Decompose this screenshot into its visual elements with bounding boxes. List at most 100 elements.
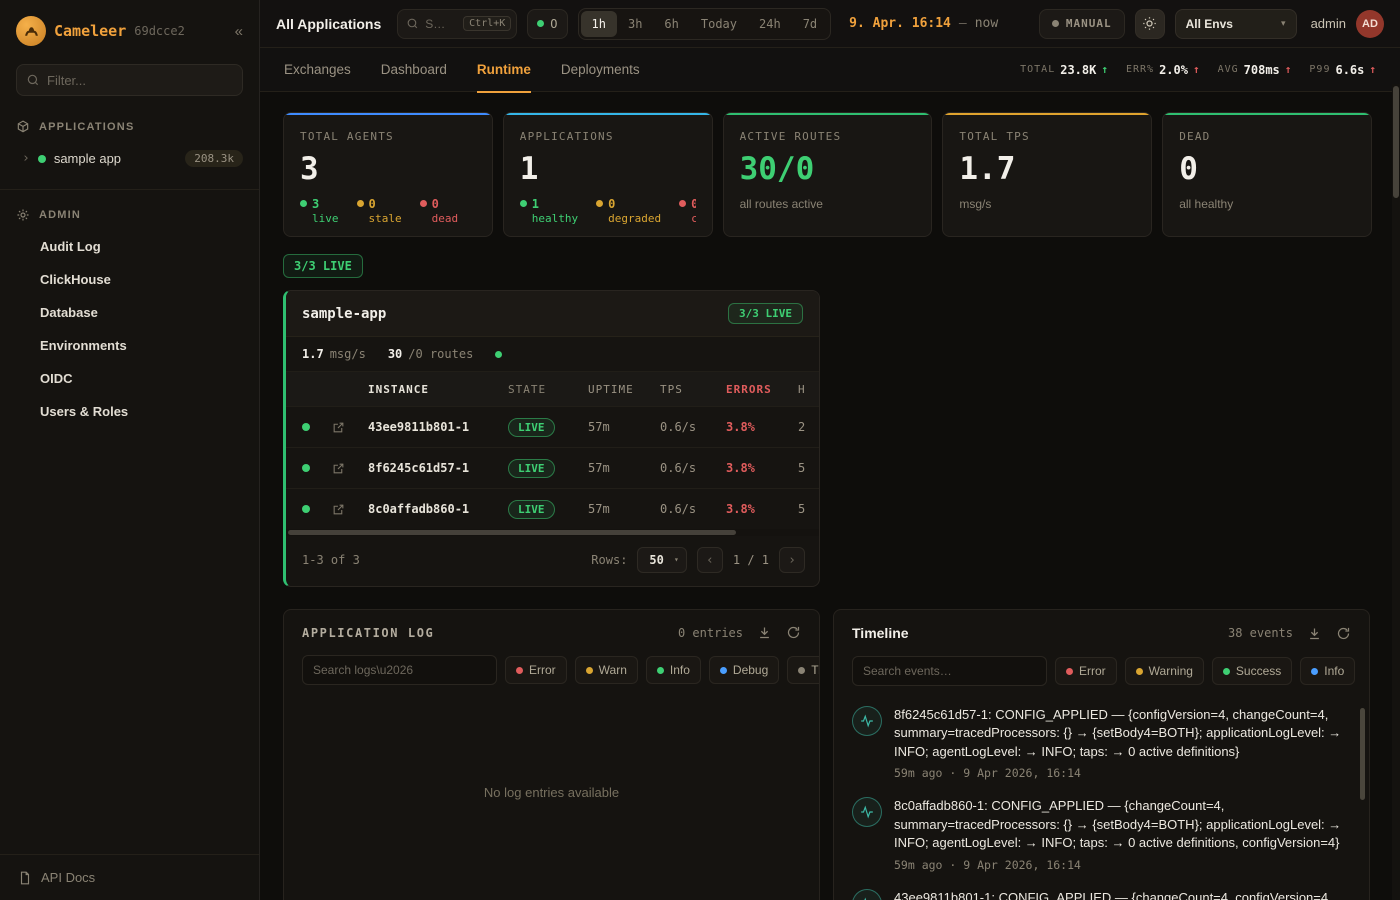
tab-dashboard[interactable]: Dashboard xyxy=(381,48,447,92)
username-label: admin xyxy=(1311,16,1346,31)
timeline-filter-error[interactable]: Error xyxy=(1055,657,1117,685)
online-status-dot xyxy=(537,20,544,27)
timeline-panel: Timeline 38 events Error Warning Success… xyxy=(833,609,1370,900)
search-shortcut-badge: Ctrl+K xyxy=(463,16,511,31)
sidebar-item-clickhouse[interactable]: ClickHouse xyxy=(0,263,259,296)
global-search-box[interactable]: S… Ctrl+K xyxy=(397,9,517,39)
theme-toggle-button[interactable] xyxy=(1135,9,1165,39)
stat-total-label: TOTAL xyxy=(1020,64,1055,75)
sidebar-item-environments[interactable]: Environments xyxy=(0,329,259,362)
log-filter-trace[interactable]: Trace xyxy=(787,656,820,684)
log-filter-info[interactable]: Info xyxy=(646,656,701,684)
trend-up-icon: ↑ xyxy=(1285,63,1292,76)
external-link-icon[interactable] xyxy=(332,462,368,475)
app-status-dot xyxy=(38,155,46,163)
time-range-3h[interactable]: 3h xyxy=(617,11,653,37)
applications-section-label: APPLICATIONS xyxy=(39,121,134,133)
download-icon[interactable] xyxy=(757,625,772,640)
timeline-scrollbar-thumb[interactable] xyxy=(1360,708,1365,800)
log-filter-error[interactable]: Error xyxy=(505,656,567,684)
environment-select[interactable]: All Envs ▾ xyxy=(1175,9,1297,39)
online-status-chip[interactable]: O xyxy=(527,9,567,39)
api-docs-link[interactable]: API Docs xyxy=(0,854,259,900)
app-build-id: 69dcce2 xyxy=(134,24,185,38)
timeline-search-input[interactable] xyxy=(852,656,1047,686)
tab-runtime[interactable]: Runtime xyxy=(477,48,531,92)
sidebar-item-database[interactable]: Database xyxy=(0,296,259,329)
time-range-today[interactable]: Today xyxy=(690,11,748,37)
timeline-event[interactable]: 43ee9811b801-1: CONFIG_APPLIED — {change… xyxy=(852,889,1345,900)
sidebar-item-users-roles[interactable]: Users & Roles xyxy=(0,395,259,428)
app-health-dot xyxy=(495,351,502,358)
environment-select-value: All Envs xyxy=(1186,17,1233,31)
stat-card-row: TOTAL AGENTS 3 3live 0stale 0dead APPLIC… xyxy=(283,112,1372,237)
stat-card-dead: DEAD 0 all healthy xyxy=(1162,112,1372,237)
external-link-icon[interactable] xyxy=(332,421,368,434)
instance-errors: 3.8% xyxy=(726,502,798,516)
manual-mode-dot xyxy=(1052,20,1059,27)
sidebar-item-audit-log[interactable]: Audit Log xyxy=(0,230,259,263)
timeline-filter-warning[interactable]: Warning xyxy=(1125,657,1204,685)
instances-table-header: INSTANCE STATE UPTIME TPS ERRORS H xyxy=(286,372,820,406)
next-page-button[interactable]: › xyxy=(779,547,805,573)
live-summary-badge: 3/3 LIVE xyxy=(283,254,363,278)
page-scrollbar-thumb[interactable] xyxy=(1393,86,1399,198)
time-range-separator: — xyxy=(959,16,967,31)
horizontal-scrollbar[interactable] xyxy=(286,529,819,536)
external-link-icon[interactable] xyxy=(332,503,368,516)
download-icon[interactable] xyxy=(1307,626,1322,641)
sidebar-filter-input[interactable] xyxy=(16,64,243,96)
time-range-6h[interactable]: 6h xyxy=(653,11,689,37)
manual-mode-button[interactable]: MANUAL xyxy=(1039,9,1125,39)
timeline-filter-info[interactable]: Info xyxy=(1300,657,1355,685)
sidebar-item-sample-app[interactable]: › sample app 208.3k xyxy=(0,142,259,175)
status-badge: LIVE xyxy=(508,500,555,519)
refresh-icon[interactable] xyxy=(1336,626,1351,641)
expand-chevron-icon[interactable]: › xyxy=(22,151,30,166)
card-label: DEAD xyxy=(1179,130,1355,143)
refresh-icon[interactable] xyxy=(786,625,801,640)
api-docs-label: API Docs xyxy=(41,870,95,885)
rows-per-page-select[interactable]: 50 ▾ xyxy=(637,547,686,573)
tab-exchanges[interactable]: Exchanges xyxy=(284,48,351,92)
prev-page-button[interactable]: ‹ xyxy=(697,547,723,573)
table-row-instance-1[interactable]: 43ee9811b801-1 LIVE 57m 0.6/s 3.8% 2 xyxy=(286,406,820,447)
avatar[interactable]: AD xyxy=(1356,10,1384,38)
instance-heap: 2 xyxy=(798,420,820,434)
app-title: Cameleer xyxy=(54,22,126,40)
instance-status-dot xyxy=(302,505,310,513)
page-indicator: 1 / 1 xyxy=(733,553,769,567)
substat-dead: 0dead xyxy=(420,197,459,226)
time-range-1h[interactable]: 1h xyxy=(581,11,617,37)
tab-deployments[interactable]: Deployments xyxy=(561,48,640,92)
rows-per-page-label: Rows: xyxy=(591,553,627,567)
application-card-header[interactable]: sample-app 3/3 LIVE xyxy=(286,291,819,337)
camel-logo-icon xyxy=(16,16,46,46)
table-row-instance-3[interactable]: 8c0affadb860-1 LIVE 57m 0.6/s 3.8% 5 xyxy=(286,488,820,529)
timeline-event[interactable]: 8c0affadb860-1: CONFIG_APPLIED — {change… xyxy=(852,797,1345,871)
timeline-event[interactable]: 8f6245c61d57-1: CONFIG_APPLIED — {config… xyxy=(852,706,1345,780)
chevron-down-icon: ▾ xyxy=(674,555,679,564)
chevron-down-icon: ▾ xyxy=(1281,18,1286,29)
time-range-24h[interactable]: 24h xyxy=(748,11,792,37)
log-search-input[interactable] xyxy=(302,655,497,685)
card-label: TOTAL AGENTS xyxy=(300,130,476,143)
time-range-7d[interactable]: 7d xyxy=(792,11,828,37)
sidebar-item-oidc[interactable]: OIDC xyxy=(0,362,259,395)
log-filter-debug[interactable]: Debug xyxy=(709,656,779,684)
timeline-filter-success[interactable]: Success xyxy=(1212,657,1292,685)
row-range-label: 1-3 of 3 xyxy=(302,553,360,567)
global-search-placeholder: S… xyxy=(425,17,457,31)
sidebar-collapse-button[interactable]: « xyxy=(235,23,243,40)
admin-section-label: ADMIN xyxy=(39,209,81,221)
card-value: 30/0 xyxy=(740,151,916,187)
applications-section-header: APPLICATIONS xyxy=(0,112,259,142)
instance-tps: 0.6/s xyxy=(660,420,726,434)
horizontal-scrollbar-thumb[interactable] xyxy=(288,530,736,535)
log-filter-warn[interactable]: Warn xyxy=(575,656,638,684)
instance-uptime: 57m xyxy=(588,502,660,516)
page-scrollbar[interactable] xyxy=(1392,84,1400,900)
substat-degraded: 0degraded xyxy=(596,197,661,226)
rows-per-page-value: 50 xyxy=(649,553,663,567)
table-row-instance-2[interactable]: 8f6245c61d57-1 LIVE 57m 0.6/s 3.8% 5 xyxy=(286,447,820,488)
